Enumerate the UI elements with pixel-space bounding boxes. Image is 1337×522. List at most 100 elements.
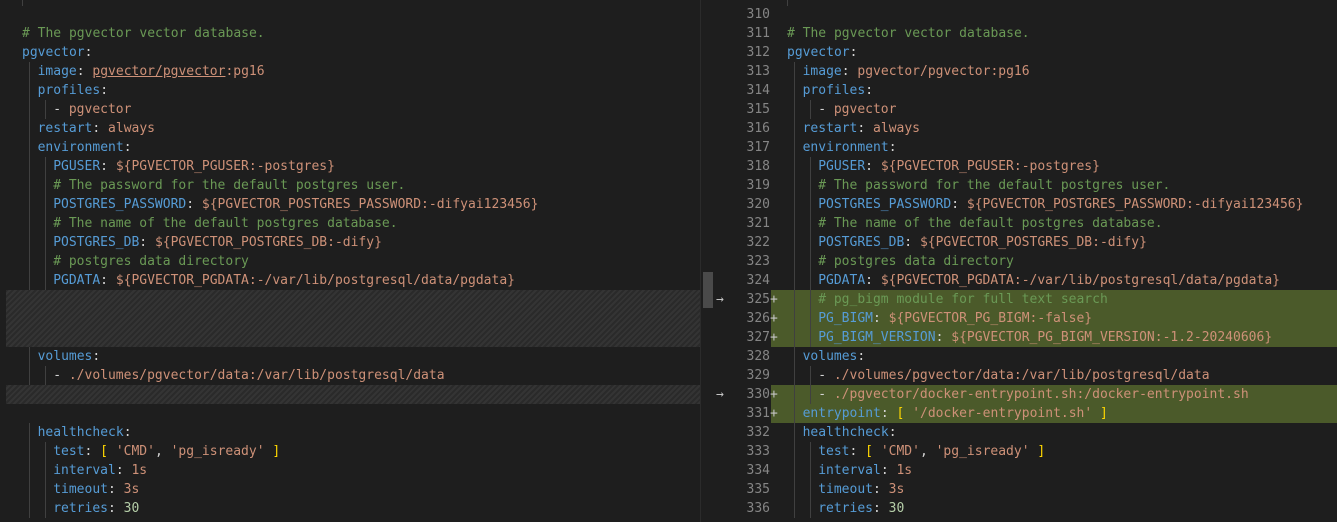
code-token: restart: [37, 121, 93, 136]
code-line[interactable]: 333 test: [ 'CMD', 'pg_isready' ]: [714, 442, 1337, 461]
indent-guide: [29, 81, 30, 100]
code-token: volumes: [37, 349, 93, 364]
indent-guide: [44, 461, 46, 480]
code-line[interactable]: 318 PGUSER: ${PGVECTOR_PGUSER:-postgres}: [714, 157, 1337, 176]
indent-guide: [794, 157, 795, 176]
diff-modified-pane[interactable]: 310 311 # The pgvector vector database. 312…: [714, 0, 1337, 522]
line-number: 333: [746, 444, 770, 459]
code-line[interactable]: PGUSER: ${PGVECTOR_PGUSER:-postgres}: [0, 157, 700, 176]
indent-guide: [787, 0, 788, 6]
code-line[interactable]: 314 profiles:: [714, 81, 1337, 100]
code-line[interactable]: 316 restart: always: [714, 119, 1337, 138]
indent-guide: [794, 233, 795, 252]
indent-guide: [809, 480, 811, 499]
code-token: PGDATA: [818, 273, 866, 288]
code-token: :: [84, 444, 101, 459]
code-line[interactable]: profiles:: [0, 81, 700, 100]
code-token: :: [951, 197, 967, 212]
indent-guide: [794, 442, 795, 461]
indent-guide: [809, 328, 811, 347]
line-number: 330: [746, 387, 770, 402]
code-line[interactable]: 312 pgvector:: [714, 43, 1337, 62]
code-line[interactable]: POSTGRES_PASSWORD: ${PGVECTOR_POSTGRES_P…: [0, 195, 700, 214]
code-line[interactable]: restart: always: [0, 119, 700, 138]
indent-guide: [794, 290, 795, 309]
line-number: 313: [746, 64, 770, 79]
line-number: 311: [746, 26, 770, 41]
code-line[interactable]: → 325 + # pg_bigm module for full text sear…: [714, 290, 1337, 309]
code-line[interactable]: 317 environment:: [714, 138, 1337, 157]
code-line[interactable]: # postgres data directory: [0, 252, 700, 271]
code-line[interactable]: 334 interval: 1s: [714, 461, 1337, 480]
code-token: # postgres data directory: [53, 254, 249, 269]
code-line[interactable]: healthcheck:: [0, 423, 700, 442]
code-token: ${PGVECTOR_POSTGRES_DB:-dify}: [919, 235, 1147, 250]
code-token: :: [841, 64, 858, 79]
code-line[interactable]: pgvector:: [0, 43, 700, 62]
code-token: 'CMD': [115, 444, 155, 459]
code-token: environment: [37, 140, 124, 155]
indent-guide: [29, 214, 30, 233]
code-line[interactable]: # The password for the default postgres …: [0, 176, 700, 195]
code-line[interactable]: retries: 30: [0, 499, 700, 518]
code-token: restart: [802, 121, 858, 136]
code-token: 30: [888, 501, 905, 516]
code-line[interactable]: # The pgvector vector database.: [0, 24, 700, 43]
code-line[interactable]: → 330 + - ./pgvector/docker-entrypoint.sh:/…: [714, 385, 1337, 404]
diff-overview-ruler[interactable]: [700, 0, 714, 522]
code-line[interactable]: 320 POSTGRES_PASSWORD: ${PGVECTOR_POSTGRE…: [714, 195, 1337, 214]
code-line[interactable]: 329 - ./volumes/pgvector/data:/var/lib/po…: [714, 366, 1337, 385]
code-line[interactable]: 324 PGDATA: ${PGVECTOR_PGDATA:-/var/lib/p…: [714, 271, 1337, 290]
code-line[interactable]: volumes:: [0, 347, 700, 366]
code-line[interactable]: - pgvector: [0, 100, 700, 119]
added-line-marker: +: [770, 330, 778, 345]
code-line[interactable]: 323 # postgres data directory: [714, 252, 1337, 271]
line-number: 335: [746, 482, 770, 497]
code-line[interactable]: environment:: [0, 138, 700, 157]
indent-guide: [44, 100, 46, 119]
code-token: :: [100, 83, 109, 98]
code-token: '/docker-entrypoint.sh': [912, 406, 1093, 421]
indent-guide: [44, 499, 46, 518]
code-line[interactable]: test: [ 'CMD', 'pg_isready' ]: [0, 442, 700, 461]
indent-guide: [29, 195, 30, 214]
code-line[interactable]: 315 - pgvector: [714, 100, 1337, 119]
code-line[interactable]: 336 retries: 30: [714, 499, 1337, 518]
code-line[interactable]: 328 volumes:: [714, 347, 1337, 366]
code-line[interactable]: PGDATA: ${PGVECTOR_PGDATA:-/var/lib/post…: [0, 271, 700, 290]
code-token: POSTGRES_PASSWORD: [53, 197, 187, 212]
code-line[interactable]: # The name of the default postgres datab…: [0, 214, 700, 233]
code-line[interactable]: 322 POSTGRES_DB: ${PGVECTOR_POSTGRES_DB:-…: [714, 233, 1337, 252]
code-line[interactable]: 332 healthcheck:: [714, 423, 1337, 442]
code-line[interactable]: 313 image: pgvector/pgvector:pg16: [714, 62, 1337, 81]
code-line[interactable]: 310: [714, 5, 1337, 24]
indent-guide: [809, 442, 811, 461]
code-token: ./volumes/pgvector/data:/var/lib/postgre…: [833, 368, 1210, 383]
code-token: :: [100, 273, 116, 288]
code-line[interactable]: 335 timeout: 3s: [714, 480, 1337, 499]
line-number: 329: [746, 368, 770, 383]
code-line[interactable]: image: pgvector/pgvector:pg16: [0, 62, 700, 81]
code-line[interactable]: 319 # The password for the default postgr…: [714, 176, 1337, 195]
code-token: :: [76, 64, 93, 79]
diff-original-pane[interactable]: # The pgvector vector database. pgvector:…: [0, 0, 700, 522]
code-line[interactable]: 331 + entrypoint: [ '/docker-entrypoint.sh…: [714, 404, 1337, 423]
code-token: :: [872, 501, 889, 516]
code-line[interactable]: - ./volumes/pgvector/data:/var/lib/postg…: [0, 366, 700, 385]
code-token: :: [865, 273, 881, 288]
indent-guide: [794, 195, 795, 214]
code-token: :: [84, 45, 93, 60]
code-line[interactable]: 321 # The name of the default postgres da…: [714, 214, 1337, 233]
scrollbar-thumb[interactable]: [703, 272, 713, 308]
line-number: 324: [746, 273, 770, 288]
code-line[interactable]: 311 # The pgvector vector database.: [714, 24, 1337, 43]
code-token: :: [123, 140, 132, 155]
code-line[interactable]: 326 + PG_BIGM: ${PGVECTOR_PG_BIGM:-false}: [714, 309, 1337, 328]
code-line[interactable]: 327 + PG_BIGM_VERSION: ${PGVECTOR_PG_BIGM_…: [714, 328, 1337, 347]
code-line[interactable]: POSTGRES_DB: ${PGVECTOR_POSTGRES_DB:-dif…: [0, 233, 700, 252]
indent-guide: [29, 119, 30, 138]
code-line[interactable]: interval: 1s: [0, 461, 700, 480]
code-line[interactable]: timeout: 3s: [0, 480, 700, 499]
